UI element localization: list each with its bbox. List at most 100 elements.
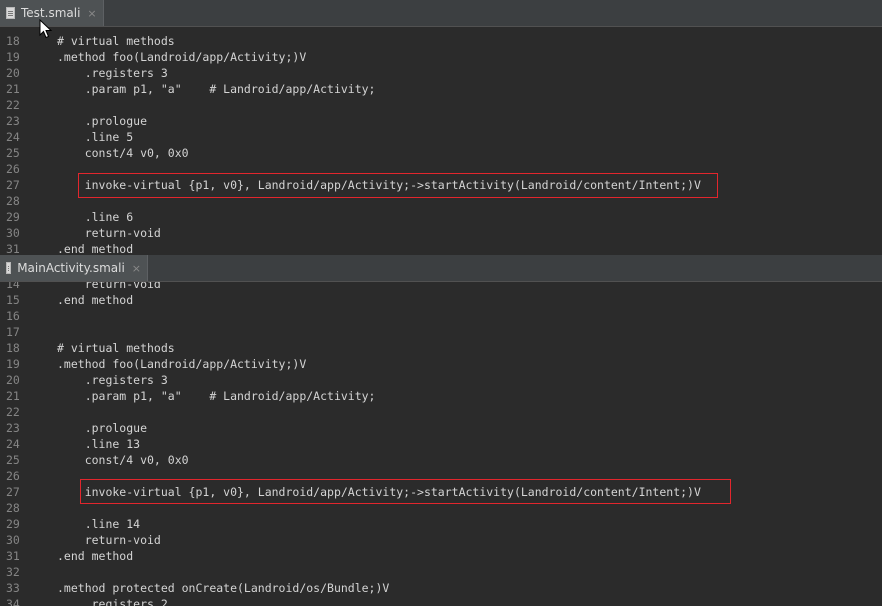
- code-line[interactable]: 33 .method protected onCreate(Landroid/os…: [0, 580, 882, 596]
- code-line[interactable]: 18 # virtual methods: [0, 340, 882, 356]
- code-text[interactable]: .line 5: [57, 129, 133, 145]
- bottom-code-area[interactable]: 14 return-void 15 .end method 16 17 18 # virtu…: [0, 282, 882, 606]
- line-number: 21: [6, 389, 20, 403]
- line-number: 20: [6, 66, 20, 80]
- tab-label: MainActivity.smali: [17, 261, 125, 275]
- close-icon[interactable]: ×: [87, 7, 96, 20]
- top-code-area[interactable]: 18 # virtual methods 19 .method foo(Landroi…: [0, 27, 882, 255]
- code-line[interactable]: 20 .registers 3: [0, 65, 882, 81]
- code-line[interactable]: 22: [0, 97, 882, 113]
- code-text[interactable]: .line 6: [57, 209, 133, 225]
- line-number: 26: [6, 469, 20, 483]
- code-line[interactable]: 19 .method foo(Landroid/app/Activity;)V: [0, 356, 882, 372]
- code-line[interactable]: 30 return-void: [0, 532, 882, 548]
- bottom-editor-pane: MainActivity.smali × 14 return-void 15 .en…: [0, 255, 882, 606]
- line-number: 19: [6, 50, 20, 64]
- code-line[interactable]: 23 .prologue: [0, 420, 882, 436]
- code-line[interactable]: 18 # virtual methods: [0, 33, 882, 49]
- close-icon[interactable]: ×: [132, 262, 141, 275]
- line-number: 28: [6, 501, 20, 515]
- code-line[interactable]: 30 return-void: [0, 225, 882, 241]
- mouse-cursor-icon: [39, 19, 53, 39]
- line-number: 30: [6, 226, 20, 240]
- line-number: 17: [6, 325, 20, 339]
- code-text[interactable]: .line 13: [57, 436, 140, 452]
- file-icon: [6, 7, 15, 19]
- top-tab-bar: Test.smali ×: [0, 0, 882, 27]
- code-line[interactable]: 32: [0, 564, 882, 580]
- code-text[interactable]: .param p1, "a" # Landroid/app/Activity;: [57, 388, 376, 404]
- code-text[interactable]: .end method: [57, 548, 133, 564]
- code-line[interactable]: 16: [0, 308, 882, 324]
- highlight-box-bottom: [80, 479, 731, 504]
- code-line[interactable]: 21 .param p1, "a" # Landroid/app/Activit…: [0, 388, 882, 404]
- code-line[interactable]: 14 return-void: [0, 282, 882, 292]
- code-text[interactable]: return-void: [57, 282, 161, 292]
- line-number: 29: [6, 210, 20, 224]
- code-text[interactable]: return-void: [57, 532, 161, 548]
- line-number: 22: [6, 98, 20, 112]
- code-line[interactable]: 29 .line 6: [0, 209, 882, 225]
- line-number: 16: [6, 309, 20, 323]
- line-number: 31: [6, 242, 20, 255]
- line-number: 23: [6, 114, 20, 128]
- code-line[interactable]: 22: [0, 404, 882, 420]
- line-number: 25: [6, 453, 20, 467]
- code-line[interactable]: 29 .line 14: [0, 516, 882, 532]
- code-text[interactable]: # virtual methods: [57, 33, 175, 49]
- code-line[interactable]: 17: [0, 324, 882, 340]
- line-number: 24: [6, 130, 20, 144]
- line-number: 27: [6, 178, 20, 192]
- code-text[interactable]: return-void: [57, 225, 161, 241]
- code-line[interactable]: 24 .line 13: [0, 436, 882, 452]
- code-line[interactable]: 31 .end method: [0, 241, 882, 255]
- code-line[interactable]: 19 .method foo(Landroid/app/Activity;)V: [0, 49, 882, 65]
- code-line[interactable]: 31 .end method: [0, 548, 882, 564]
- file-icon: [6, 262, 12, 274]
- code-line[interactable]: 24 .line 5: [0, 129, 882, 145]
- line-number: 31: [6, 549, 20, 563]
- code-line[interactable]: 15 .end method: [0, 292, 882, 308]
- code-text[interactable]: .method protected onCreate(Landroid/os/B…: [57, 580, 389, 596]
- code-text[interactable]: const/4 v0, 0x0: [57, 145, 189, 161]
- tab-label: Test.smali: [21, 6, 81, 20]
- code-text[interactable]: const/4 v0, 0x0: [57, 452, 189, 468]
- tab-mainactivity-smali[interactable]: MainActivity.smali ×: [0, 255, 148, 281]
- line-number: 28: [6, 194, 20, 208]
- code-text[interactable]: .registers 3: [57, 372, 168, 388]
- code-text[interactable]: .end method: [57, 241, 133, 255]
- code-line[interactable]: 25 const/4 v0, 0x0: [0, 452, 882, 468]
- top-editor-pane: Test.smali × 18 # virtual methods 19 .metho…: [0, 0, 882, 255]
- line-number: 32: [6, 565, 20, 579]
- code-line[interactable]: 23 .prologue: [0, 113, 882, 129]
- line-number: 34: [6, 597, 20, 606]
- line-number: 33: [6, 581, 20, 595]
- code-text[interactable]: # virtual methods: [57, 340, 175, 356]
- code-text[interactable]: .method foo(Landroid/app/Activity;)V: [57, 49, 306, 65]
- code-text[interactable]: .param p1, "a" # Landroid/app/Activity;: [57, 81, 376, 97]
- code-line[interactable]: 21 .param p1, "a" # Landroid/app/Activit…: [0, 81, 882, 97]
- line-number: 25: [6, 146, 20, 160]
- line-number: 18: [6, 34, 20, 48]
- line-number: 23: [6, 421, 20, 435]
- code-text[interactable]: .prologue: [57, 420, 147, 436]
- code-line[interactable]: 34 .registers 2: [0, 596, 882, 606]
- code-text[interactable]: .registers 3: [57, 65, 168, 81]
- code-text[interactable]: .registers 2: [57, 596, 168, 606]
- line-number: 18: [6, 341, 20, 355]
- line-number: 29: [6, 517, 20, 531]
- code-text[interactable]: .line 14: [57, 516, 140, 532]
- code-text[interactable]: .end method: [57, 292, 133, 308]
- bottom-tab-bar: MainActivity.smali ×: [0, 255, 882, 282]
- line-number: 20: [6, 373, 20, 387]
- line-number: 15: [6, 293, 20, 307]
- code-text[interactable]: .prologue: [57, 113, 147, 129]
- line-number: 27: [6, 485, 20, 499]
- line-number: 26: [6, 162, 20, 176]
- line-number: 14: [6, 282, 20, 291]
- code-line[interactable]: 25 const/4 v0, 0x0: [0, 145, 882, 161]
- line-number: 19: [6, 357, 20, 371]
- code-text[interactable]: .method foo(Landroid/app/Activity;)V: [57, 356, 306, 372]
- code-line[interactable]: 20 .registers 3: [0, 372, 882, 388]
- line-number: 21: [6, 82, 20, 96]
